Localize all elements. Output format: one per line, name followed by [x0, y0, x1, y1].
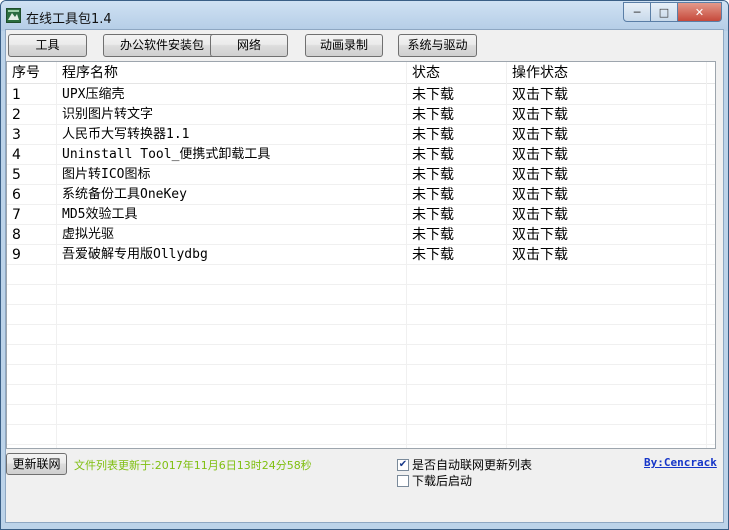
minimize-button[interactable]: ─: [623, 2, 651, 22]
column-header-name[interactable]: 程序名称: [57, 62, 407, 84]
row-name: 图片转ICO图标: [57, 165, 407, 185]
tab-screen-recording[interactable]: 动画录制: [305, 34, 383, 57]
row-status: 未下载: [407, 205, 507, 225]
row-name: UPX压缩壳: [57, 85, 407, 105]
row-action: 双击下载: [507, 105, 707, 125]
row-index: 6: [7, 185, 57, 205]
row-name: 吾爱破解专用版Ollydbg: [57, 245, 407, 265]
column-separator: [56, 62, 57, 448]
close-button[interactable]: ✕: [678, 2, 722, 22]
row-index: 8: [7, 225, 57, 245]
column-header-index[interactable]: 序号: [7, 62, 57, 84]
row-name: 虚拟光驱: [57, 225, 407, 245]
list-header: 序号 程序名称 状态 操作状态: [7, 62, 715, 84]
table-row[interactable]: 4 Uninstall Tool_便携式卸载工具 未下载 双击下载: [7, 145, 715, 165]
row-index: 7: [7, 205, 57, 225]
window-title: 在线工具包1.4: [26, 12, 112, 27]
app-window: 在线工具包1.4 ─ □ ✕ 工具 办公软件安装包 网络 动画录制 系统与驱动 …: [0, 0, 729, 530]
row-action: 双击下载: [507, 185, 707, 205]
row-index: 3: [7, 125, 57, 145]
row-name: 系统备份工具OneKey: [57, 185, 407, 205]
row-action: 双击下载: [507, 165, 707, 185]
table-row[interactable]: 9 吾爱破解专用版Ollydbg 未下载 双击下载: [7, 245, 715, 265]
column-header-action[interactable]: 操作状态: [507, 62, 707, 84]
table-row[interactable]: 1 UPX压缩壳 未下载 双击下载: [7, 85, 715, 105]
row-action: 双击下载: [507, 225, 707, 245]
empty-row-grid: [7, 265, 715, 448]
app-icon: [6, 8, 21, 23]
row-name: MD5效验工具: [57, 205, 407, 225]
row-name: 识别图片转文字: [57, 105, 407, 125]
column-separator: [506, 62, 507, 448]
auto-update-label: 是否自动联网更新列表: [412, 458, 533, 472]
program-list[interactable]: 序号 程序名称 状态 操作状态 1 UPX压缩壳 未下载 双击下载 2 识别图片…: [6, 61, 716, 449]
tab-system-drivers[interactable]: 系统与驱动: [398, 34, 477, 57]
row-status: 未下载: [407, 245, 507, 265]
row-status: 未下载: [407, 145, 507, 165]
client-area: 工具 办公软件安装包 网络 动画录制 系统与驱动 序号 程序名称 状态 操作状态…: [5, 29, 724, 523]
column-header-status[interactable]: 状态: [407, 62, 507, 84]
tab-network[interactable]: 网络: [210, 34, 288, 57]
launch-after-download-option[interactable]: 下载后启动: [397, 473, 472, 488]
row-action: 双击下载: [507, 125, 707, 145]
row-index: 1: [7, 85, 57, 105]
table-row[interactable]: 3 人民币大写转换器1.1 未下载 双击下载: [7, 125, 715, 145]
author-link[interactable]: By:Cencrack: [644, 456, 717, 469]
row-index: 4: [7, 145, 57, 165]
row-name: Uninstall Tool_便携式卸载工具: [57, 145, 407, 165]
table-row[interactable]: 7 MD5效验工具 未下载 双击下载: [7, 205, 715, 225]
table-row[interactable]: 8 虚拟光驱 未下载 双击下载: [7, 225, 715, 245]
row-status: 未下载: [407, 125, 507, 145]
row-index: 9: [7, 245, 57, 265]
checkmark-icon: ✔: [398, 458, 408, 470]
table-row[interactable]: 2 识别图片转文字 未下载 双击下载: [7, 105, 715, 125]
launch-after-download-label: 下载后启动: [412, 474, 473, 488]
row-status: 未下载: [407, 165, 507, 185]
row-action: 双击下载: [507, 245, 707, 265]
auto-update-option[interactable]: ✔ 是否自动联网更新列表: [397, 457, 532, 472]
row-status: 未下载: [407, 225, 507, 245]
column-separator: [406, 62, 407, 448]
row-status: 未下载: [407, 185, 507, 205]
table-row[interactable]: 6 系统备份工具OneKey 未下载 双击下载: [7, 185, 715, 205]
list-updated-status: 文件列表更新于:2017年11月6日13时24分58秒: [74, 459, 312, 472]
row-action: 双击下载: [507, 205, 707, 225]
row-action: 双击下载: [507, 145, 707, 165]
table-row[interactable]: 5 图片转ICO图标 未下载 双击下载: [7, 165, 715, 185]
row-index: 2: [7, 105, 57, 125]
row-name: 人民币大写转换器1.1: [57, 125, 407, 145]
row-action: 双击下载: [507, 85, 707, 105]
tab-office-installers[interactable]: 办公软件安装包: [103, 34, 221, 57]
row-status: 未下载: [407, 105, 507, 125]
maximize-button[interactable]: □: [651, 2, 678, 22]
auto-update-checkbox[interactable]: ✔: [397, 458, 409, 471]
refresh-network-button[interactable]: 更新联网: [6, 453, 67, 475]
column-separator: [706, 62, 707, 448]
title-bar[interactable]: 在线工具包1.4 ─ □ ✕: [1, 1, 728, 31]
tab-tools[interactable]: 工具: [8, 34, 87, 57]
row-status: 未下载: [407, 85, 507, 105]
list-body: 1 UPX压缩壳 未下载 双击下载 2 识别图片转文字 未下载 双击下载 3 人…: [7, 85, 715, 265]
window-controls: ─ □ ✕: [623, 2, 722, 22]
row-index: 5: [7, 165, 57, 185]
launch-after-download-checkbox[interactable]: [397, 474, 409, 487]
